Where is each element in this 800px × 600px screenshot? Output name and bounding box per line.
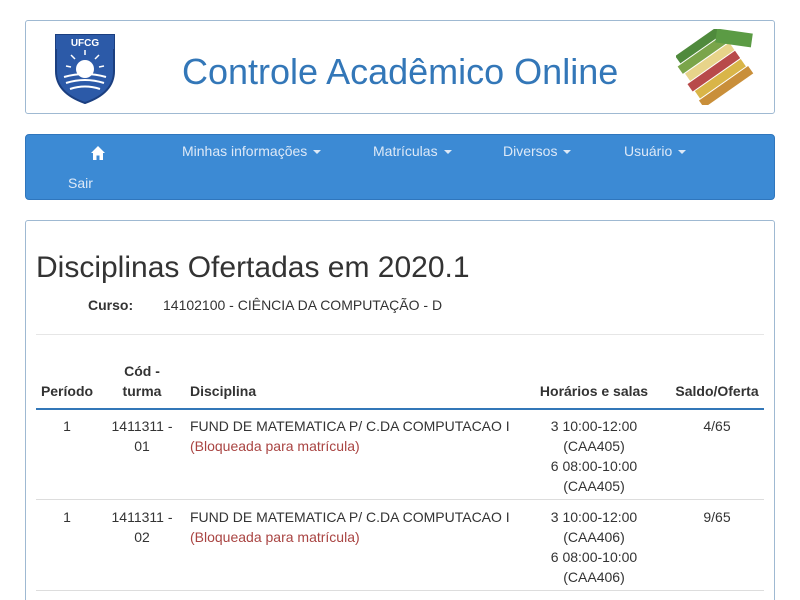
nav-diversos[interactable]: Diversos (503, 143, 572, 159)
logo-text: UFCG (71, 38, 100, 49)
nav-minhas-informacoes-label: Minhas informações (182, 143, 308, 159)
home-icon[interactable] (90, 145, 106, 161)
divider (36, 334, 764, 335)
curso-label: Curso: (88, 297, 134, 313)
chevron-down-icon (313, 150, 322, 154)
cell-horarios: 3 10:00-12:00 (CAA406) 6 08:00-10:00 (CA… (531, 507, 657, 587)
nav-usuario-label: Usuário (624, 143, 673, 159)
table-row: 1 1411311 - 01 FUND DE MATEMATICA P/ C.D… (36, 410, 764, 500)
nav-matriculas[interactable]: Matrículas (373, 143, 452, 159)
disciplina-name: FUND DE MATEMATICA P/ C.DA COMPUTACAO I (190, 509, 510, 525)
cell-saldo: 4/65 (703, 418, 731, 434)
cell-periodo: 1 (63, 418, 71, 434)
disciplina-status: (Bloqueada para matrícula) (190, 438, 360, 454)
page-title: Disciplinas Ofertadas em 2020.1 (36, 251, 470, 284)
th-periodo: Período (40, 383, 94, 399)
cell-saldo: 9/65 (703, 509, 731, 525)
nav-sair[interactable]: Sair (68, 175, 93, 191)
ufcg-logo: UFCG (55, 34, 115, 105)
sala: (CAA406) (563, 569, 625, 585)
sala: (CAA406) (563, 529, 625, 545)
disciplina-name: FUND DE MATEMATICA P/ C.DA COMPUTACAO I (190, 418, 510, 434)
cell-periodo: 1 (63, 509, 71, 525)
th-cod-turma-line1: Cód - (124, 363, 160, 379)
cell-turma: 01 (134, 438, 150, 454)
table-row: 1 1411311 - 02 FUND DE MATEMATICA P/ C.D… (36, 501, 764, 591)
th-horarios: Horários e salas (539, 383, 649, 399)
disciplina-status: (Bloqueada para matrícula) (190, 529, 360, 545)
nav-minhas-informacoes[interactable]: Minhas informações (182, 143, 322, 159)
cell-cod-turma: 1411311 - 01 (102, 416, 182, 456)
nav-usuario[interactable]: Usuário (624, 143, 687, 159)
cell-cod-turma: 1411311 - 02 (102, 507, 182, 547)
site-header: UFCG Controle Acadêmico Online (25, 20, 775, 114)
books-icon (676, 29, 754, 105)
cell-cod: 1411311 - (111, 418, 173, 434)
sala: (CAA405) (563, 438, 625, 454)
sala: (CAA405) (563, 478, 625, 494)
main-navbar: Minhas informações Matrículas Diversos U… (25, 134, 775, 200)
site-title: Controle Acadêmico Online (182, 51, 619, 92)
nav-diversos-label: Diversos (503, 143, 558, 159)
th-cod-turma: Cód - turma (102, 361, 182, 401)
th-saldo: Saldo/Oferta (675, 383, 759, 399)
chevron-down-icon (443, 150, 452, 154)
cell-turma: 02 (134, 529, 150, 545)
chevron-down-icon (678, 150, 687, 154)
cell-disciplina: FUND DE MATEMATICA P/ C.DA COMPUTACAO I … (190, 507, 530, 547)
horario: 6 08:00-10:00 (550, 458, 638, 474)
horario: 6 08:00-10:00 (550, 549, 638, 565)
horario: 3 10:00-12:00 (550, 509, 638, 525)
cell-disciplina: FUND DE MATEMATICA P/ C.DA COMPUTACAO I … (190, 416, 530, 456)
curso-value: 14102100 - CIÊNCIA DA COMPUTAÇÃO - D (163, 297, 443, 313)
content-panel: Disciplinas Ofertadas em 2020.1 Curso: 1… (25, 220, 775, 600)
chevron-down-icon (563, 150, 572, 154)
th-disciplina: Disciplina (190, 383, 257, 399)
cell-horarios: 3 10:00-12:00 (CAA405) 6 08:00-10:00 (CA… (531, 416, 657, 496)
cell-cod: 1411311 - (111, 509, 173, 525)
th-cod-turma-line2: turma (122, 383, 162, 399)
nav-matriculas-label: Matrículas (373, 143, 438, 159)
horario: 3 10:00-12:00 (550, 418, 638, 434)
